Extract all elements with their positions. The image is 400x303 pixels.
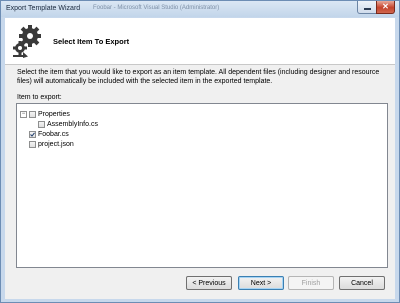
tree-node-label: Foobar.cs: [38, 131, 69, 138]
checkbox[interactable]: [38, 121, 45, 128]
tree-node-label: project.json: [38, 141, 74, 148]
title-bar[interactable]: Foobar - Microsoft Visual Studio (Admini…: [1, 1, 399, 17]
minimize-button[interactable]: [357, 1, 377, 14]
export-template-wizard-window: Foobar - Microsoft Visual Studio (Admini…: [0, 0, 400, 303]
close-icon: ✕: [382, 2, 389, 11]
previous-button[interactable]: < Previous: [186, 276, 232, 290]
checkmark-icon: [30, 132, 35, 137]
tree-node-project-json[interactable]: project.json: [29, 140, 74, 149]
page-title: Select Item To Export: [53, 37, 130, 46]
tree-node-foobar[interactable]: Foobar.cs: [29, 130, 69, 139]
instructions-text: Select the item that you would like to e…: [17, 69, 380, 85]
background-window-title: Foobar - Microsoft Visual Studio (Admini…: [93, 5, 220, 11]
close-button[interactable]: ✕: [376, 1, 395, 14]
checkbox[interactable]: [29, 111, 36, 118]
item-tree[interactable]: − Properties AssemblyInfo.cs Foobar.cs p…: [16, 103, 388, 268]
tree-node-label: AssemblyInfo.cs: [47, 121, 98, 128]
tree-label: Item to export:: [17, 94, 62, 101]
cancel-button[interactable]: Cancel: [339, 276, 385, 290]
collapse-icon[interactable]: −: [20, 111, 27, 118]
gear-icon: [13, 25, 41, 58]
next-button[interactable]: Next >: [238, 276, 284, 290]
window-title: Export Template Wizard: [6, 5, 81, 12]
dialog-body: Select Item To Export Select the item th…: [5, 18, 395, 299]
finish-button[interactable]: Finish: [288, 276, 334, 290]
tree-node-properties[interactable]: − Properties: [20, 110, 70, 119]
wizard-header: Select Item To Export: [5, 18, 395, 65]
tree-node-assemblyinfo[interactable]: AssemblyInfo.cs: [38, 120, 98, 129]
minimize-icon: [363, 8, 371, 10]
checkbox-checked[interactable]: [29, 131, 36, 138]
tree-node-label: Properties: [38, 111, 70, 118]
checkbox[interactable]: [29, 141, 36, 148]
